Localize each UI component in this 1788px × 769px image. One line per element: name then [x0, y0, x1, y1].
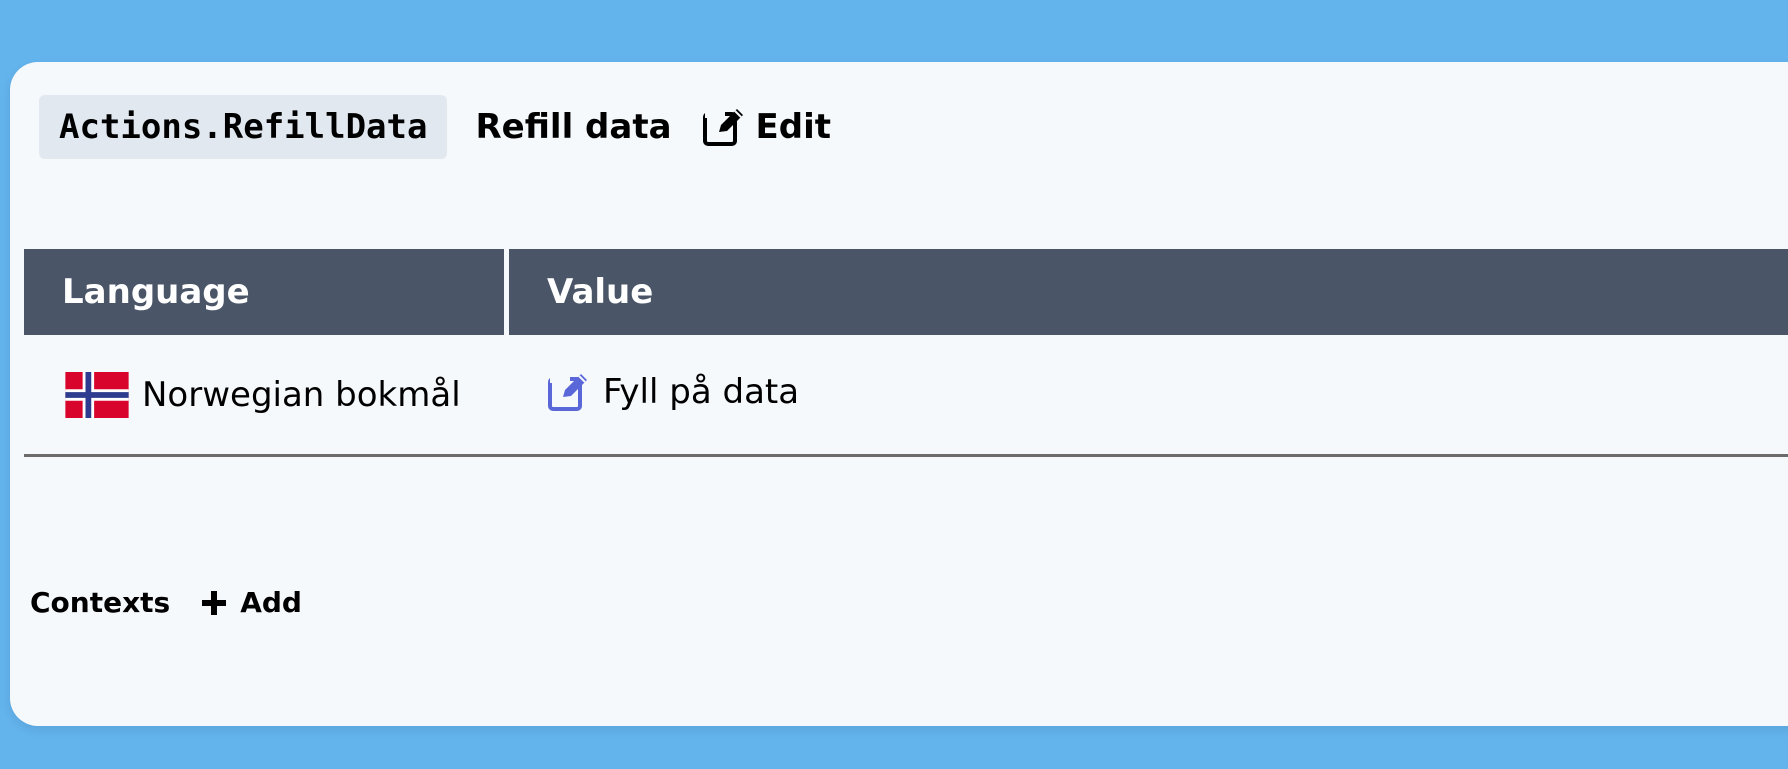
translation-value: Fyll på data	[603, 371, 800, 412]
language-column-header: Language	[24, 249, 504, 335]
key-title: Refill data	[475, 107, 672, 147]
contexts-section: Contexts Add	[30, 586, 302, 619]
language-name: Norwegian bokmål	[142, 374, 461, 415]
value-column-header: Value	[509, 249, 1788, 335]
add-context-button[interactable]: Add	[200, 586, 302, 619]
language-cell: Norwegian bokmål	[24, 371, 504, 418]
translations-table: Language Value Norwegian bokmål Fyll på …	[24, 249, 1788, 457]
table-header: Language Value	[24, 249, 1788, 335]
edit-label: Edit	[755, 107, 832, 147]
key-code: Actions.RefillData	[39, 95, 448, 159]
key-header: Actions.RefillData Refill data Edit	[39, 95, 831, 159]
norway-flag-icon	[65, 371, 129, 418]
contexts-label: Contexts	[30, 586, 171, 619]
add-label: Add	[240, 586, 302, 619]
plus-icon	[202, 590, 227, 615]
edit-value-icon[interactable]	[547, 371, 591, 413]
edit-icon	[702, 109, 743, 146]
table-row: Norwegian bokmål Fyll på data	[24, 335, 1788, 457]
value-cell: Fyll på data	[504, 371, 1788, 413]
edit-button[interactable]: Edit	[702, 105, 831, 149]
